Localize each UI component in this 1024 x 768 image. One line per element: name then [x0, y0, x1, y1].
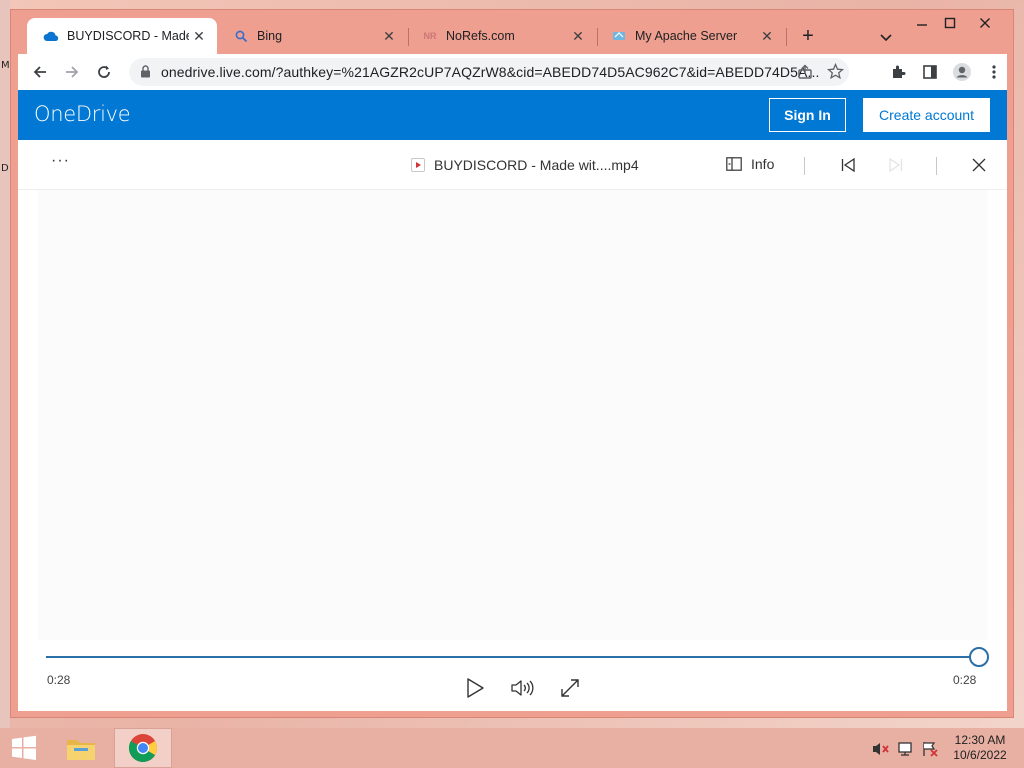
tab-buydiscord[interactable]: BUYDISCORD - Made w ✕: [27, 18, 217, 54]
network-icon[interactable]: [897, 740, 915, 758]
progress-thumb[interactable]: [969, 647, 989, 667]
current-time: 0:28: [47, 673, 71, 687]
total-time: 0:28: [953, 673, 977, 687]
video-file-icon: [411, 158, 425, 172]
divider: [804, 157, 805, 175]
side-panel-icon[interactable]: [916, 58, 944, 86]
reload-button[interactable]: [90, 58, 118, 86]
tab-title: Bing: [257, 29, 283, 43]
create-account-button[interactable]: Create account: [863, 98, 990, 132]
address-bar[interactable]: onedrive.live.com/?authkey=%21AGZR2cUP7A…: [129, 58, 849, 86]
onedrive-logo[interactable]: OneDrive: [34, 102, 131, 126]
close-icon[interactable]: ✕: [189, 28, 209, 45]
sign-in-button[interactable]: Sign In: [769, 98, 846, 132]
video-player[interactable]: [38, 190, 987, 640]
chrome-icon[interactable]: [114, 728, 172, 768]
next-item-button[interactable]: [886, 155, 906, 175]
chevron-down-icon[interactable]: [877, 28, 895, 46]
taskbar: 12:30 AM 10/6/2022: [0, 728, 1024, 768]
extensions-icon[interactable]: [884, 58, 912, 86]
clock-time: 12:30 AM: [954, 733, 1006, 747]
start-button[interactable]: [0, 728, 48, 768]
clock-date: 10/6/2022: [953, 748, 1007, 762]
play-button[interactable]: [461, 674, 489, 702]
more-options-button[interactable]: ···: [51, 152, 70, 170]
fullscreen-button[interactable]: [556, 674, 584, 702]
browser-toolbar: onedrive.live.com/?authkey=%21AGZR2cUP7A…: [18, 54, 1007, 90]
action-center-flag-icon[interactable]: [921, 740, 939, 758]
back-button[interactable]: [26, 58, 54, 86]
tab-title: BUYDISCORD - Made w: [67, 29, 189, 43]
tab-strip: BUYDISCORD - Made w ✕ Bing ✕ NR NoRefs.c…: [11, 10, 1013, 54]
volume-muted-icon[interactable]: [872, 740, 890, 758]
url-text: onedrive.live.com/?authkey=%21AGZR2cUP7A…: [161, 64, 820, 80]
info-button[interactable]: Info: [726, 156, 774, 172]
close-window-button[interactable]: [973, 14, 997, 32]
divider: [936, 157, 937, 175]
tab-separator: [786, 28, 787, 46]
tab-title: NoRefs.com: [446, 29, 515, 43]
close-viewer-button[interactable]: [969, 155, 989, 175]
viewer-command-bar: ··· BUYDISCORD - Made wit....mp4 Info: [18, 140, 1007, 190]
forward-button[interactable]: [58, 58, 86, 86]
tab-bing[interactable]: Bing ✕: [217, 18, 407, 54]
media-viewer: ··· BUYDISCORD - Made wit....mp4 Info 0:…: [18, 140, 1007, 711]
info-label: Info: [751, 156, 775, 172]
desktop-edge: M D: [0, 0, 10, 728]
close-icon[interactable]: ✕: [757, 28, 777, 45]
progress-bar[interactable]: [46, 656, 979, 658]
maximize-button[interactable]: [938, 14, 962, 32]
share-icon[interactable]: [797, 64, 813, 85]
new-tab-button[interactable]: +: [796, 26, 820, 46]
search-icon: [233, 28, 249, 44]
apache-icon: [611, 28, 627, 44]
norefs-icon: NR: [423, 31, 437, 41]
desktop-icon-label: M: [1, 60, 10, 71]
close-icon[interactable]: ✕: [568, 28, 588, 45]
browser-window: BUYDISCORD - Made w ✕ Bing ✕ NR NoRefs.c…: [10, 9, 1014, 718]
lock-icon[interactable]: [140, 65, 151, 83]
system-clock[interactable]: 12:30 AM 10/6/2022: [944, 733, 1016, 763]
onedrive-header: OneDrive Sign In Create account: [18, 90, 1007, 140]
file-title: BUYDISCORD - Made wit....mp4: [411, 157, 639, 173]
kebab-menu-icon[interactable]: [980, 58, 1008, 86]
tab-apache[interactable]: My Apache Server ✕: [595, 18, 785, 54]
minimize-button[interactable]: [910, 14, 934, 32]
tab-norefs[interactable]: NR NoRefs.com ✕: [406, 18, 596, 54]
profile-avatar-icon[interactable]: [948, 58, 976, 86]
volume-button[interactable]: [508, 674, 536, 702]
desktop-icon-label: D: [1, 163, 9, 174]
close-icon[interactable]: ✕: [379, 28, 399, 45]
file-explorer-icon[interactable]: [57, 728, 105, 768]
tab-title: My Apache Server: [635, 29, 738, 43]
previous-item-button[interactable]: [838, 155, 858, 175]
info-icon: [726, 157, 742, 171]
onedrive-cloud-icon: [43, 28, 59, 44]
star-icon[interactable]: [826, 62, 845, 85]
file-name: BUYDISCORD - Made wit....mp4: [434, 157, 639, 173]
